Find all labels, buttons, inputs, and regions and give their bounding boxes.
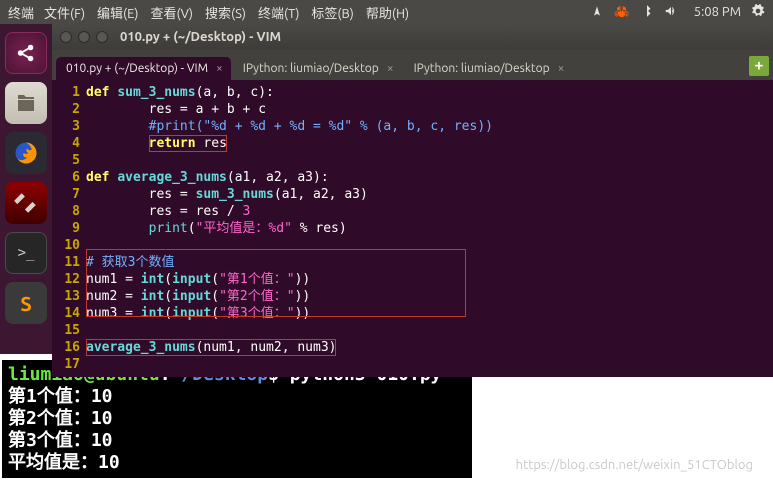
code-source: #print("%d + %d + %d = %d" % (a, b, c, r…	[86, 118, 773, 135]
close-icon[interactable]: ×	[216, 62, 223, 75]
code-line: 14num3 = int(input("第3个值："))	[52, 305, 773, 322]
window-title: 010.py + (~/Desktop) - VIM	[120, 30, 281, 44]
window-maximize-icon[interactable]	[96, 31, 108, 43]
new-tab-button[interactable]: +	[749, 56, 769, 76]
terminal-icon[interactable]: >_	[5, 232, 47, 274]
code-source	[86, 356, 773, 373]
line-number: 16	[52, 339, 86, 356]
code-editor[interactable]: 1def sum_3_nums(a, b, c):2 res = a + b +…	[52, 80, 773, 377]
system-tray: 🦀 5:08 PM	[590, 4, 765, 21]
terminal-line: 第2个值：10	[8, 408, 466, 430]
close-icon[interactable]: ×	[387, 62, 394, 75]
system-menubar: 终端 文件(F) 编辑(E) 查看(V) 搜索(S) 终端(T) 标签(B) 帮…	[0, 0, 773, 24]
code-source: res = sum_3_nums(a1, a2, a3)	[86, 186, 773, 203]
line-number: 4	[52, 135, 86, 152]
code-line: 9 print("平均值是：%d" % res)	[52, 220, 773, 237]
code-line: 13num2 = int(input("第2个值："))	[52, 288, 773, 305]
dash-icon[interactable]	[5, 32, 47, 74]
code-line: 1def sum_3_nums(a, b, c):	[52, 84, 773, 101]
code-source: return res	[86, 135, 773, 152]
menu-search[interactable]: 搜索(S)	[205, 3, 246, 22]
gear-icon[interactable]	[751, 4, 765, 21]
line-number: 13	[52, 288, 86, 305]
line-number: 3	[52, 118, 86, 135]
tab-bar: 010.py + (~/Desktop) - VIM × IPython: li…	[52, 50, 773, 80]
code-line: 8 res = res / 3	[52, 203, 773, 220]
line-number: 9	[52, 220, 86, 237]
tab-label: IPython: liumiao/Desktop	[414, 62, 550, 75]
line-number: 17	[52, 356, 86, 373]
code-source	[86, 237, 773, 254]
code-line: 12num1 = int(input("第1个值："))	[52, 271, 773, 288]
bluetooth-icon[interactable]	[640, 4, 654, 21]
code-line: 5	[52, 152, 773, 169]
code-source: res = a + b + c	[86, 101, 773, 118]
code-line: 6def average_3_nums(a1, a2, a3):	[52, 169, 773, 186]
line-number: 7	[52, 186, 86, 203]
menu-file[interactable]: 文件(F)	[44, 3, 85, 22]
editor-window: 010.py + (~/Desktop) - VIM 010.py + (~/D…	[52, 24, 773, 354]
code-line: 3 #print("%d + %d + %d = %d" % (a, b, c,…	[52, 118, 773, 135]
code-line: 2 res = a + b + c	[52, 101, 773, 118]
firefox-icon[interactable]	[5, 132, 47, 174]
menu-edit[interactable]: 编辑(E)	[97, 3, 138, 22]
line-number: 2	[52, 101, 86, 118]
code-source: # 获取3个数值	[86, 254, 773, 271]
code-source	[86, 322, 773, 339]
menu-tabs[interactable]: 标签(B)	[311, 3, 353, 22]
window-close-icon[interactable]	[60, 31, 72, 43]
code-source: num2 = int(input("第2个值："))	[86, 288, 773, 305]
terminal-line: 第3个值：10	[8, 430, 466, 452]
menu-view[interactable]: 查看(V)	[151, 3, 193, 22]
code-source: num1 = int(input("第1个值："))	[86, 271, 773, 288]
code-line: 11# 获取3个数值	[52, 254, 773, 271]
crab-icon[interactable]: 🦀	[614, 5, 630, 20]
code-line: 10	[52, 237, 773, 254]
code-line: 16average_3_nums(num1, num2, num3)	[52, 339, 773, 356]
watermark-text: https://blog.csdn.net/weixin_51CTOblog	[2, 458, 771, 472]
code-source: average_3_nums(num1, num2, num3)	[86, 339, 773, 356]
line-number: 10	[52, 237, 86, 254]
line-number: 1	[52, 84, 86, 101]
code-source	[86, 152, 773, 169]
menu-term[interactable]: 终端(T)	[258, 3, 299, 22]
tab-ipython-1[interactable]: IPython: liumiao/Desktop ×	[233, 57, 402, 80]
window-titlebar[interactable]: 010.py + (~/Desktop) - VIM	[52, 24, 773, 50]
tab-label: 010.py + (~/Desktop) - VIM	[66, 62, 208, 75]
line-number: 8	[52, 203, 86, 220]
files-icon[interactable]	[5, 82, 47, 124]
line-number: 5	[52, 152, 86, 169]
code-line: 17	[52, 356, 773, 373]
screenshot-vim: 终端 文件(F) 编辑(E) 查看(V) 搜索(S) 终端(T) 标签(B) 帮…	[0, 0, 773, 354]
menu-help[interactable]: 帮助(H)	[366, 3, 409, 22]
code-source: res = res / 3	[86, 203, 773, 220]
code-source: def sum_3_nums(a, b, c):	[86, 84, 773, 101]
code-line: 7 res = sum_3_nums(a1, a2, a3)	[52, 186, 773, 203]
line-number: 15	[52, 322, 86, 339]
tab-010py[interactable]: 010.py + (~/Desktop) - VIM ×	[56, 57, 231, 80]
volume-icon[interactable]	[664, 4, 678, 21]
tab-label: IPython: liumiao/Desktop	[243, 62, 379, 75]
code-line: 4 return res	[52, 135, 773, 152]
settings-icon[interactable]	[5, 182, 47, 224]
app-name: 终端	[8, 3, 34, 22]
line-number: 12	[52, 271, 86, 288]
unity-launcher: >_ S	[0, 24, 52, 354]
clock[interactable]: 5:08 PM	[694, 5, 741, 19]
code-source: def average_3_nums(a1, a2, a3):	[86, 169, 773, 186]
terminal-line: 第1个值：10	[8, 386, 466, 408]
code-source: print("平均值是：%d" % res)	[86, 220, 773, 237]
tab-ipython-2[interactable]: IPython: liumiao/Desktop ×	[404, 57, 573, 80]
close-icon[interactable]: ×	[558, 62, 565, 75]
network-icon[interactable]	[590, 4, 604, 21]
line-number: 11	[52, 254, 86, 271]
line-number: 6	[52, 169, 86, 186]
line-number: 14	[52, 305, 86, 322]
code-source: num3 = int(input("第3个值："))	[86, 305, 773, 322]
window-minimize-icon[interactable]	[78, 31, 90, 43]
sublime-icon[interactable]: S	[5, 282, 47, 324]
code-line: 15	[52, 322, 773, 339]
